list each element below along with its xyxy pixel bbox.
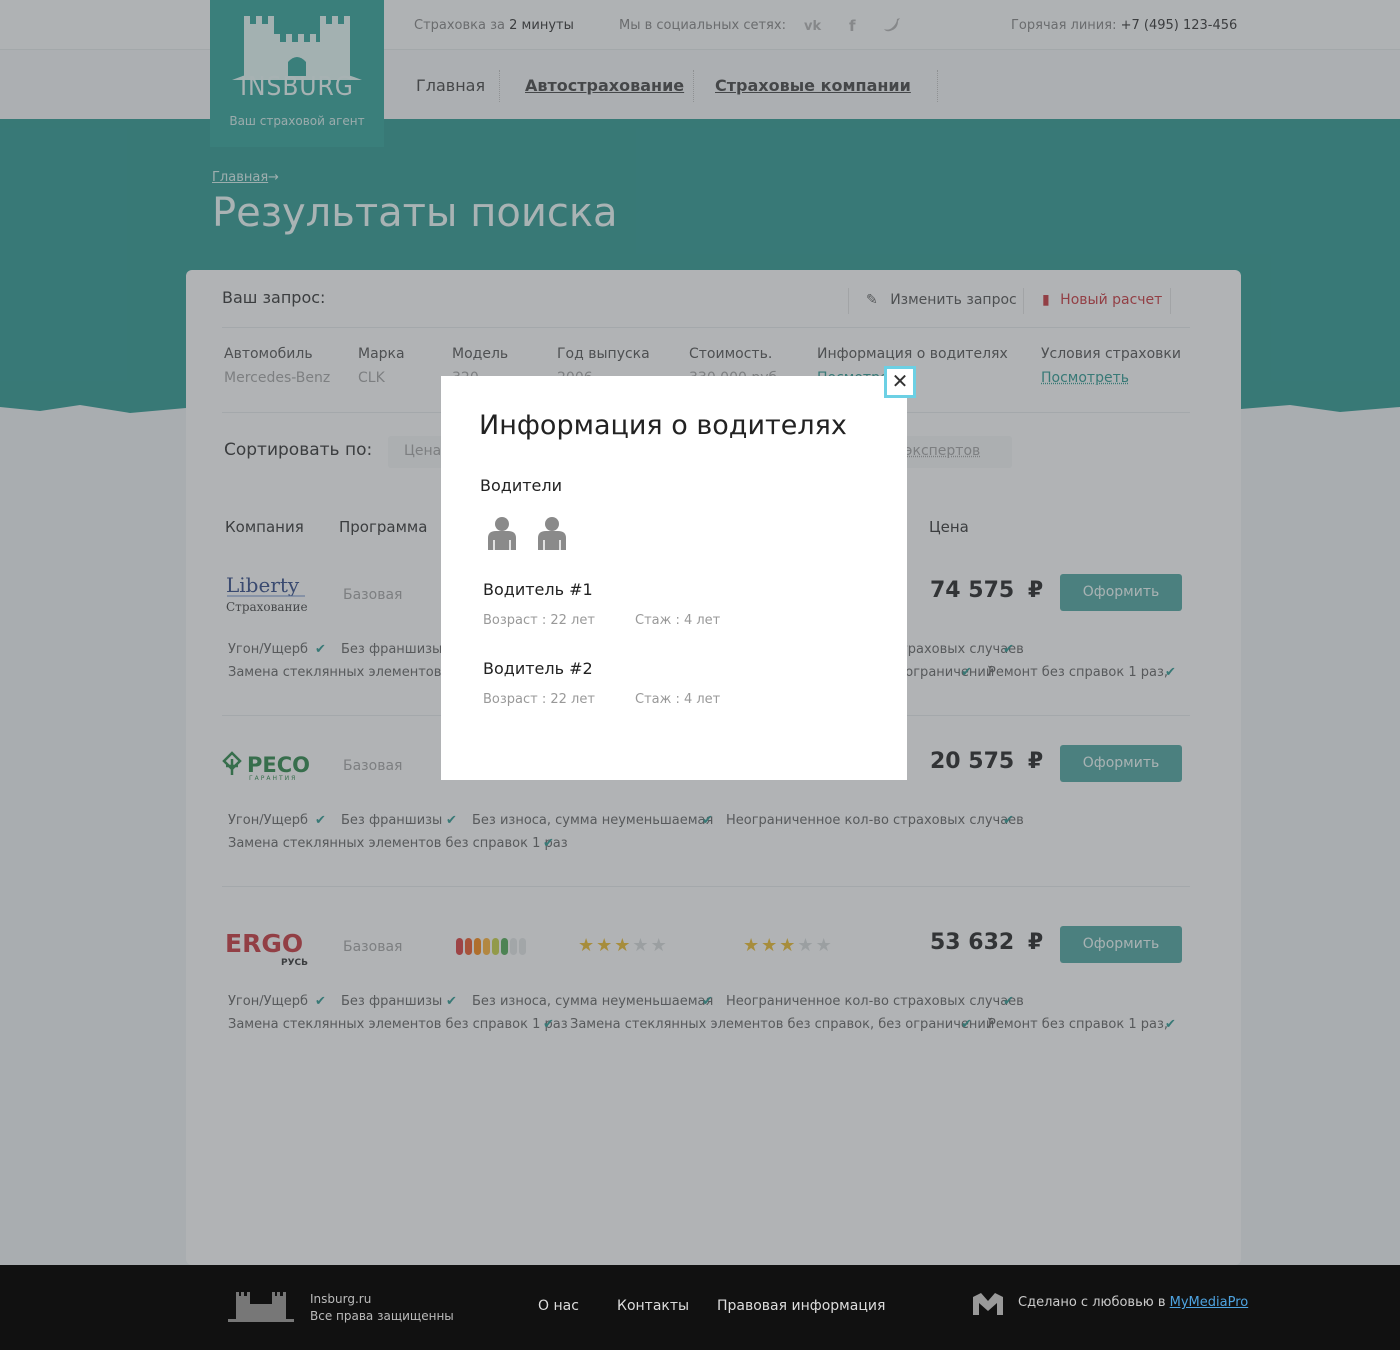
footer-made-by: Сделано с любовью в MyMediaPro (1018, 1295, 1248, 1310)
footer-link-legal[interactable]: Правовая информация (717, 1298, 885, 1314)
driver-1-name: Водитель #1 (483, 580, 593, 599)
footer-castle-icon (228, 1290, 294, 1326)
driver-1-age: Возраст : 22 лет (483, 613, 595, 628)
driver-2-age: Возраст : 22 лет (483, 692, 595, 707)
drivers-info-modal: Информация о водителях Водители Водитель… (441, 376, 907, 780)
driver-1-experience: Стаж : 4 лет (635, 613, 721, 628)
made-with-label: Сделано с любовью в (1018, 1295, 1166, 1310)
footer-site: Insburg.ru (310, 1292, 372, 1306)
modal-title: Информация о водителях (479, 410, 847, 441)
mymediapro-link[interactable]: MyMediaPro (1170, 1295, 1249, 1310)
footer-link-contacts[interactable]: Контакты (617, 1298, 689, 1314)
person-icon (536, 516, 568, 554)
driver-2-experience: Стаж : 4 лет (635, 692, 721, 707)
driver-2-name: Водитель #2 (483, 659, 593, 678)
footer-site-info: Insburg.ru Все права защищенны (310, 1291, 454, 1325)
mymediapro-logo-icon (973, 1293, 1003, 1319)
person-icon (486, 516, 518, 554)
footer-link-about[interactable]: О нас (538, 1298, 579, 1314)
drivers-label: Водители (480, 476, 563, 495)
close-icon[interactable]: ✕ (884, 366, 916, 398)
footer-rights: Все права защищенны (310, 1309, 454, 1323)
